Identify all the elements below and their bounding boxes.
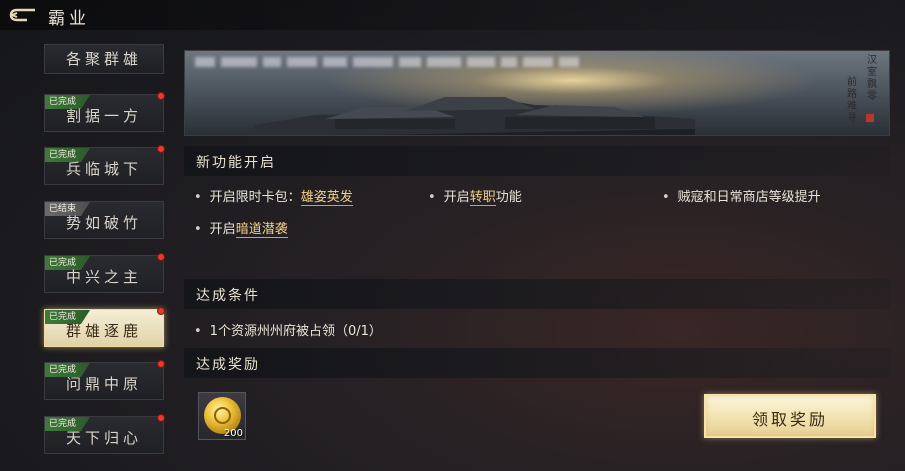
condition-text: 1个资源州州府被占领（0/1）	[209, 324, 382, 339]
bullet-icon: •	[428, 190, 436, 205]
back-button[interactable]	[6, 6, 38, 24]
feature-link-card-pack[interactable]: 雄姿英发	[300, 190, 353, 206]
feature-link-secret-raid[interactable]: 暗道潜袭	[235, 222, 288, 238]
sidebar-item-1[interactable]: 已完成 割据一方	[44, 92, 165, 132]
sidebar-item-0[interactable]: 各聚群雄	[44, 44, 164, 74]
poem-line-2: 前路难寻	[847, 77, 857, 124]
feature-text: 功能	[495, 190, 522, 205]
sidebar-item-7[interactable]: 已完成 天下归心	[44, 414, 165, 454]
sidebar-item-label: 天下归心	[65, 429, 142, 447]
section-title: 达成条件	[196, 288, 260, 304]
feature-item-1: • 开启限时卡包：雄姿英发	[194, 186, 353, 206]
sidebar-item-5[interactable]: 已完成 群雄逐鹿	[44, 307, 165, 347]
feature-item-2: • 开启转职功能	[428, 186, 522, 206]
feature-text: 开启	[443, 190, 470, 205]
back-arrow-icon	[9, 8, 35, 22]
sidebar-item-label: 群雄逐鹿	[65, 322, 142, 340]
reward-item-gold[interactable]: 200	[198, 392, 246, 440]
feature-item-4: • 开启暗道潜袭	[194, 218, 288, 238]
notification-dot	[157, 92, 165, 100]
section-header-new-features: 新功能开启	[184, 146, 890, 176]
feature-text: 贼寇和日常商店等级提升	[677, 190, 821, 205]
sidebar-item-label: 兵临城下	[65, 160, 142, 178]
blurred-caption	[195, 57, 579, 67]
sidebar-item-4[interactable]: 已完成 中兴之主	[44, 253, 165, 293]
section-header-rewards: 达成奖励	[184, 348, 890, 378]
coin-center	[214, 407, 231, 424]
bullet-icon: •	[194, 324, 202, 339]
sidebar-item-label: 势如破竹	[65, 214, 142, 232]
bullet-icon: •	[194, 190, 202, 205]
sidebar-item-label: 问鼎中原	[65, 375, 142, 393]
claim-reward-label: 领取奖励	[751, 410, 828, 429]
sidebar-item-label: 各聚群雄	[65, 50, 142, 68]
bullet-icon: •	[194, 222, 202, 237]
sidebar-item-label: 中兴之主	[65, 268, 142, 286]
chapter-banner: 汉室飘零 前路难寻	[184, 50, 890, 136]
sidebar-item-6[interactable]: 已完成 问鼎中原	[44, 360, 165, 400]
sidebar-item-2[interactable]: 已完成 兵临城下	[44, 145, 165, 185]
poem-line-1: 汉室飘零	[867, 55, 877, 102]
top-bar: 霸业	[0, 0, 905, 30]
notification-dot	[157, 253, 165, 261]
feature-item-3: • 贼寇和日常商店等级提升	[662, 186, 821, 205]
notification-dot	[157, 145, 165, 153]
palace-illustration	[255, 97, 695, 135]
section-title: 新功能开启	[196, 155, 276, 171]
sidebar-item-3[interactable]: 已结束 势如破竹	[44, 201, 164, 239]
condition-item-1: • 1个资源州州府被占领（0/1）	[194, 320, 382, 339]
notification-dot	[157, 414, 165, 422]
notification-dot	[157, 360, 165, 368]
feature-link-class-change[interactable]: 转职	[469, 190, 496, 206]
notification-dot	[157, 307, 165, 315]
claim-reward-button[interactable]: 领取奖励	[704, 394, 876, 438]
feature-text: 开启限时卡包：	[209, 190, 301, 205]
feature-text: 开启	[209, 222, 236, 237]
page-title: 霸业	[48, 9, 90, 29]
sidebar-item-label: 割据一方	[65, 107, 142, 125]
bullet-icon: •	[662, 190, 670, 205]
red-seal-stamp	[866, 114, 874, 122]
section-title: 达成奖励	[196, 357, 260, 373]
section-header-conditions: 达成条件	[184, 279, 890, 309]
reward-quantity: 200	[223, 428, 243, 439]
